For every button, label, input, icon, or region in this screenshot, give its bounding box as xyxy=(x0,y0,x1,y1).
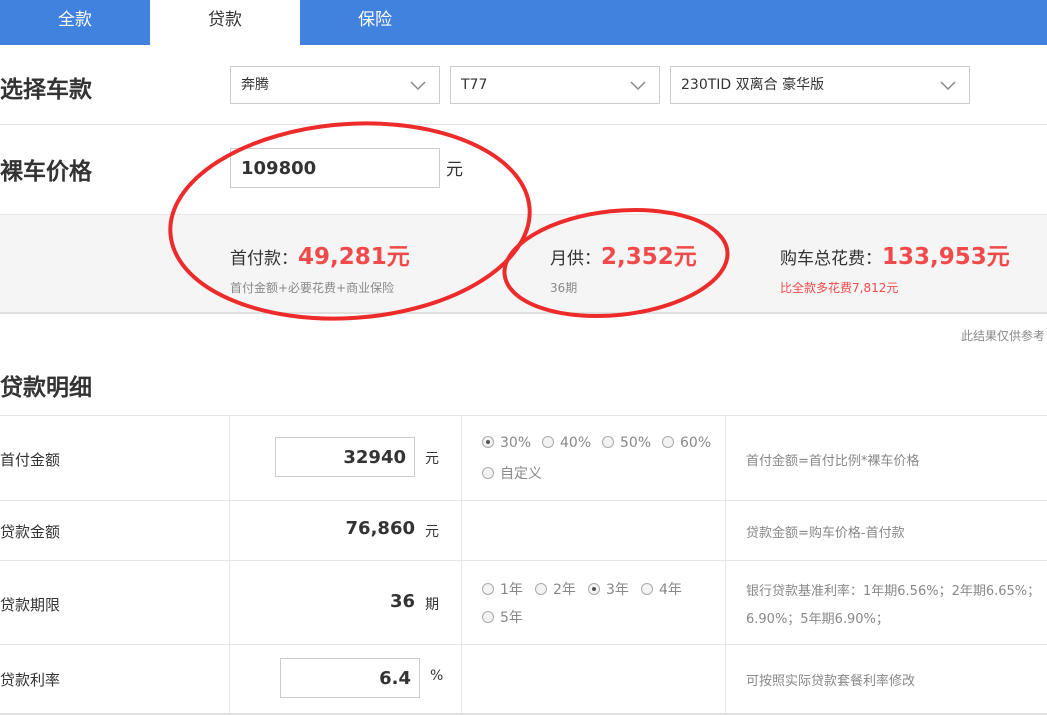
down-amount-unit: 元 xyxy=(425,451,439,467)
loan-amount-hint: 贷款金额=购车价格-首付款 xyxy=(746,526,905,541)
table-row xyxy=(0,561,1047,645)
series-select-value: T77 xyxy=(461,77,488,93)
term-option-2y[interactable]: 2年 xyxy=(535,579,576,599)
radio-icon xyxy=(482,611,494,623)
term-option-3y[interactable]: 3年 xyxy=(588,579,629,599)
tab-loan[interactable]: 贷款 xyxy=(150,0,300,45)
loan-rate-label: 贷款利率 xyxy=(0,671,61,689)
disclaimer: 此结果仅供参考 xyxy=(960,329,1045,343)
version-select[interactable]: 230TID 双离合 豪华版 xyxy=(670,66,970,104)
radio-icon xyxy=(641,583,653,595)
down-ratio-option-50[interactable]: 50% xyxy=(602,435,651,451)
loan-rate-hint: 可按照实际贷款套餐利率修改 xyxy=(746,674,916,689)
loan-rate-input[interactable] xyxy=(280,658,420,698)
down-ratio-option-60[interactable]: 60% xyxy=(662,435,711,451)
radio-icon xyxy=(542,436,554,448)
total-value: 133,953元 xyxy=(882,244,1010,270)
down-payment-note: 首付金额+必要花费+商业保险 xyxy=(230,281,395,295)
down-payment-label: 首付款： xyxy=(230,249,298,269)
loan-term-value: 36 xyxy=(389,591,415,612)
radio-icon xyxy=(602,436,614,448)
radio-icon xyxy=(482,583,494,595)
chevron-down-icon xyxy=(630,81,646,91)
brand-select[interactable]: 奔腾 xyxy=(230,66,440,104)
down-ratio-option-40[interactable]: 40% xyxy=(542,435,591,451)
column-divider xyxy=(229,415,230,715)
radio-icon xyxy=(662,436,674,448)
radio-icon xyxy=(482,436,494,448)
down-payment-value: 49,281元 xyxy=(298,244,410,270)
loan-rate-unit: % xyxy=(430,668,444,684)
down-amount-input[interactable] xyxy=(275,437,415,477)
down-ratio-option-30[interactable]: 30% xyxy=(482,435,531,451)
down-ratio-option-custom[interactable]: 自定义 xyxy=(482,463,542,483)
divider xyxy=(0,124,1047,125)
total-note: 比全款多花费7,812元 xyxy=(780,281,899,295)
loan-amount-unit: 元 xyxy=(425,524,439,540)
loan-calculator-page: 全款 贷款 保险 选择车款 奔腾 T77 230TID 双离合 豪华版 裸车价格… xyxy=(0,0,1047,715)
tab-insurance[interactable]: 保险 xyxy=(300,0,450,45)
loan-summary: 首付款：49,281元 首付金额+必要花费+商业保险 月供：2,352元 36期… xyxy=(0,214,1047,314)
radio-icon xyxy=(588,583,600,595)
loan-detail-heading: 贷款明细 xyxy=(0,375,92,401)
rate-reference-hint-cont: 6.90%；5年期6.90%； xyxy=(746,612,889,627)
chevron-down-icon xyxy=(410,81,426,91)
version-select-value: 230TID 双离合 豪华版 xyxy=(681,77,825,93)
bare-price-input[interactable] xyxy=(230,148,440,188)
chevron-down-icon xyxy=(940,81,956,91)
monthly-value: 2,352元 xyxy=(601,244,697,270)
term-option-4y[interactable]: 4年 xyxy=(641,579,682,599)
loan-amount-label: 贷款金额 xyxy=(0,523,61,541)
loan-amount-value: 76,860 xyxy=(345,518,415,539)
column-divider xyxy=(725,415,726,715)
tab-full-payment[interactable]: 全款 xyxy=(0,0,150,45)
total-label: 购车总花费： xyxy=(780,249,882,269)
rate-reference-hint: 银行贷款基准利率：1年期6.56%；2年期6.65%； xyxy=(746,584,1041,599)
term-option-1y[interactable]: 1年 xyxy=(482,579,523,599)
tab-bar: 全款 贷款 保险 xyxy=(0,0,1047,45)
series-select[interactable]: T77 xyxy=(450,66,660,104)
bare-price-heading: 裸车价格 xyxy=(0,159,92,185)
radio-icon xyxy=(535,583,547,595)
down-amount-label: 首付金额 xyxy=(0,451,61,469)
brand-select-value: 奔腾 xyxy=(241,77,269,93)
total-cost-summary: 购车总花费：133,953元 xyxy=(780,237,1010,271)
loan-term-label: 贷款期限 xyxy=(0,596,61,614)
loan-term-unit: 期 xyxy=(425,597,439,613)
down-amount-hint: 首付金额=首付比例*裸车价格 xyxy=(746,454,920,469)
monthly-note: 36期 xyxy=(550,281,578,295)
price-unit: 元 xyxy=(446,160,463,180)
down-payment-summary: 首付款：49,281元 xyxy=(230,237,410,271)
monthly-label: 月供： xyxy=(550,249,601,269)
column-divider xyxy=(461,415,462,715)
term-option-5y[interactable]: 5年 xyxy=(482,607,523,627)
radio-icon xyxy=(482,467,494,479)
monthly-payment-summary: 月供：2,352元 xyxy=(550,237,697,271)
select-model-heading: 选择车款 xyxy=(0,77,92,103)
